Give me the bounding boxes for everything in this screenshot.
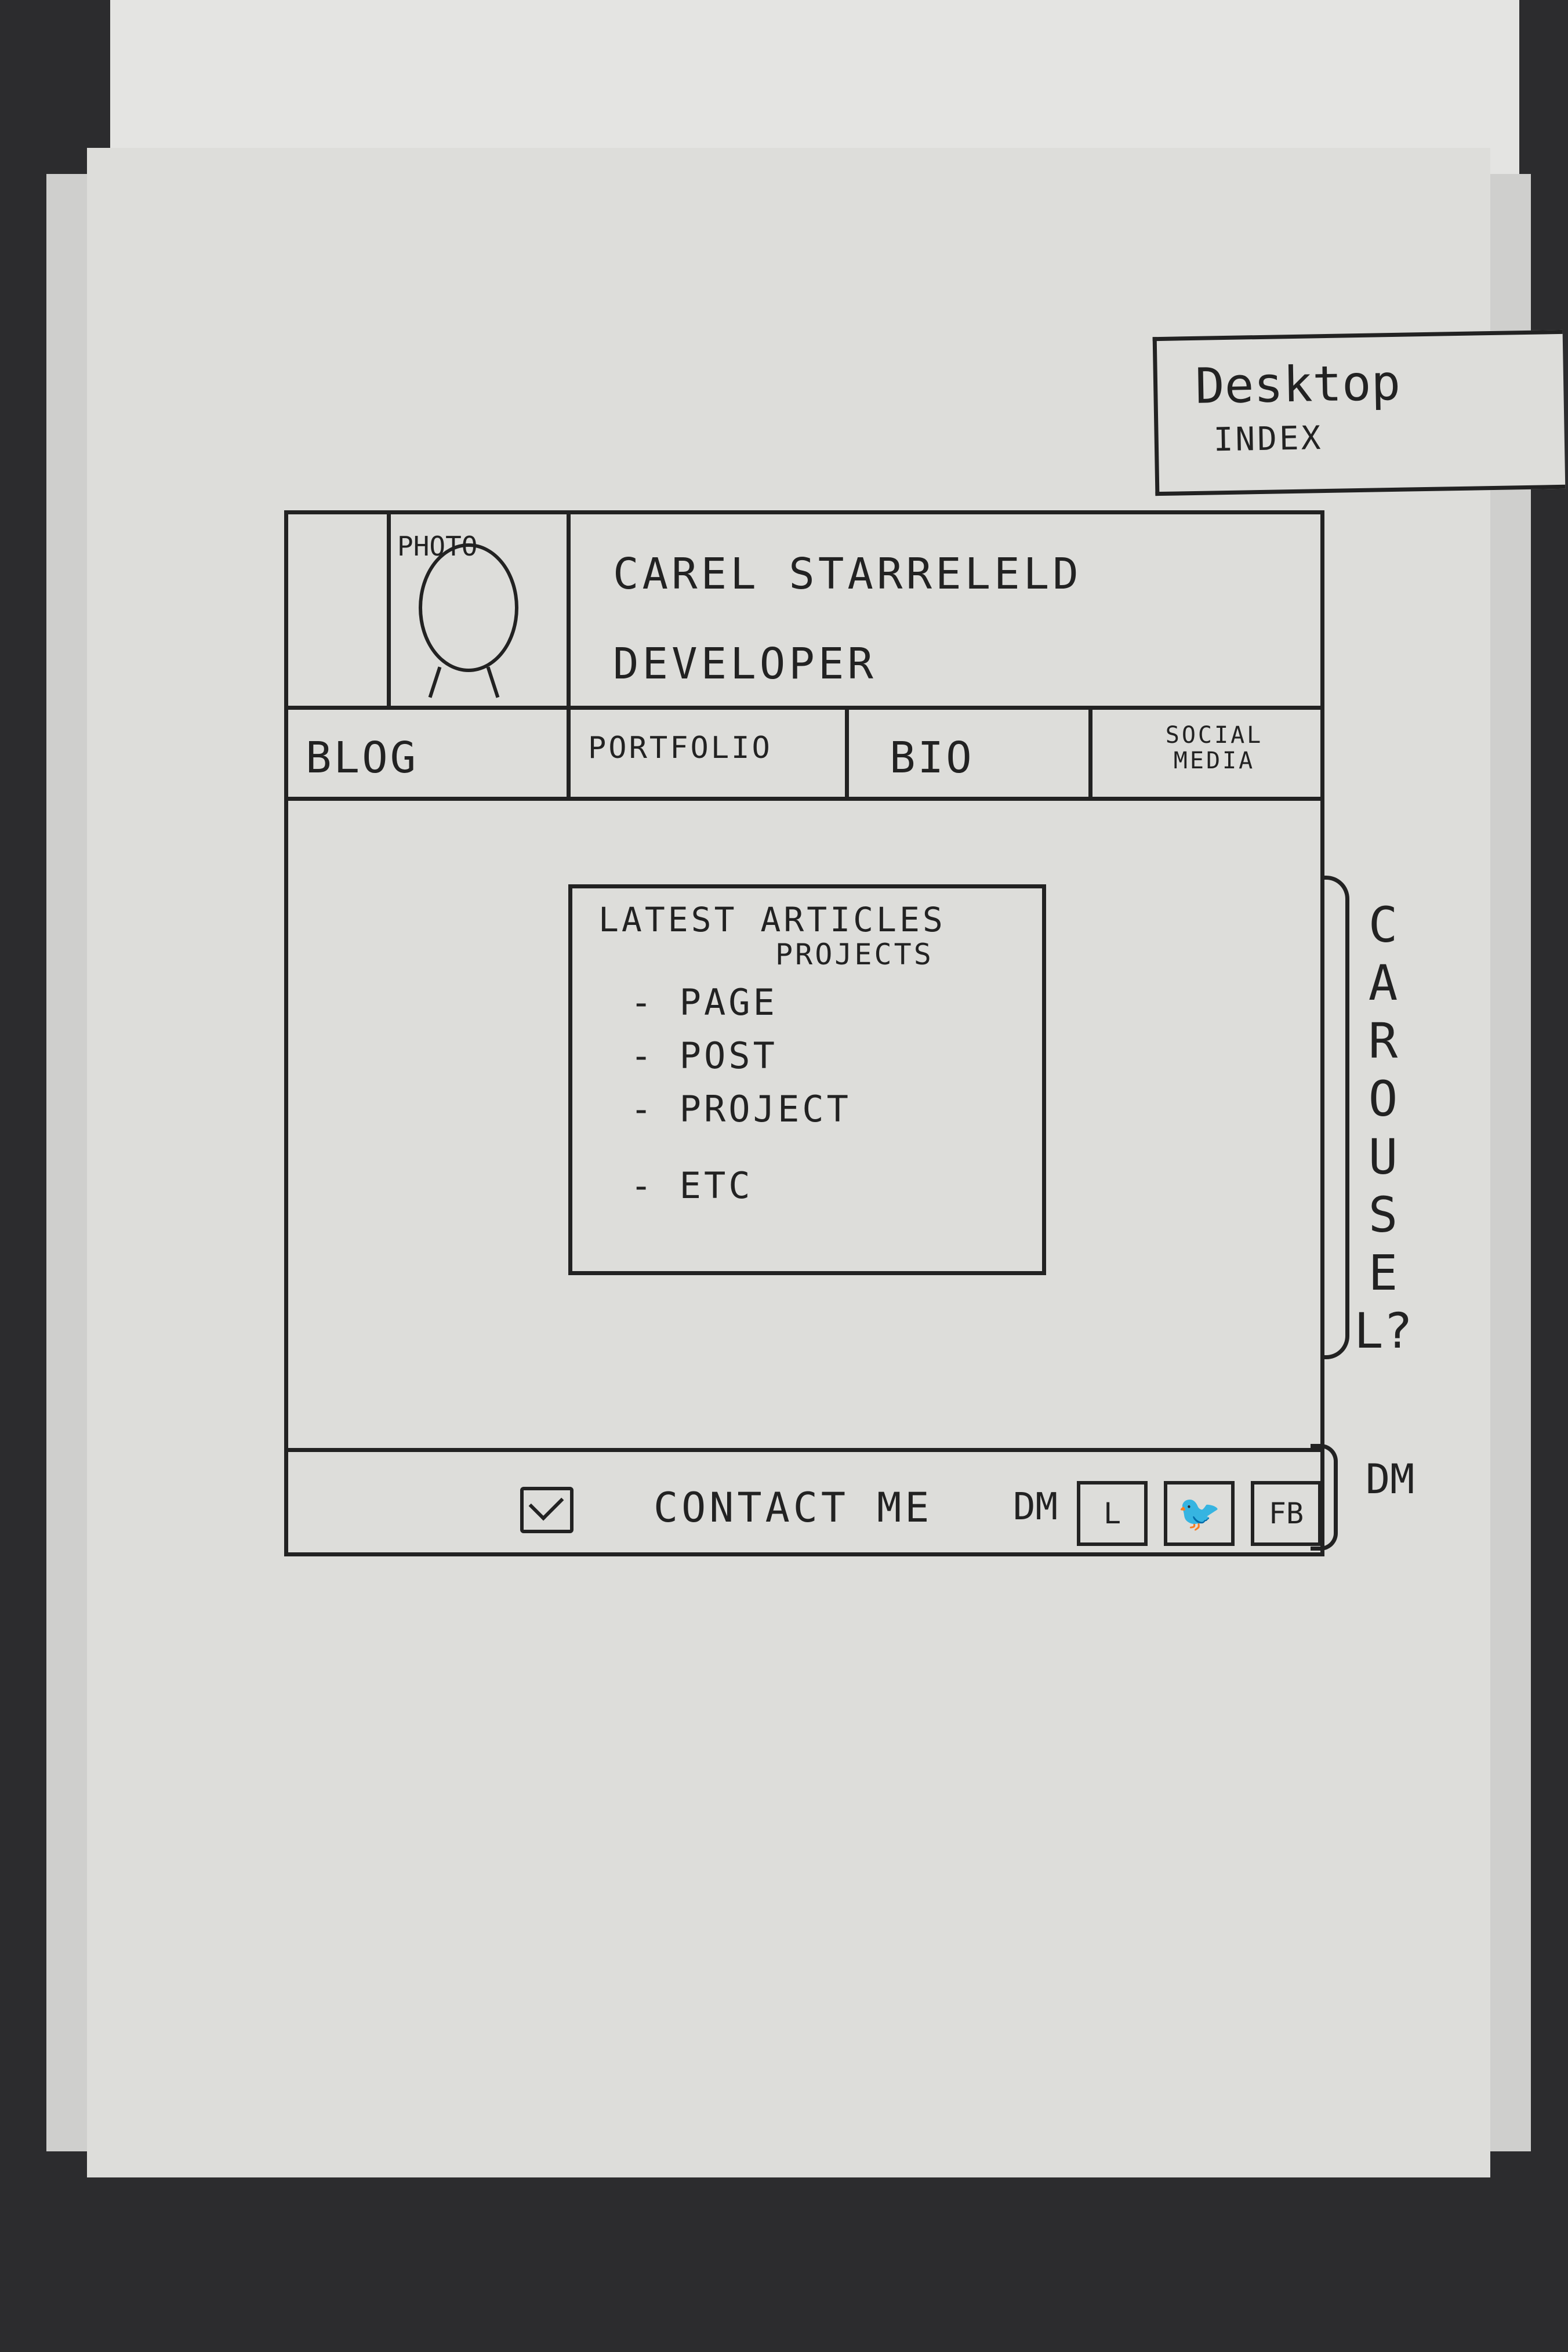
site-name: CAREL STARRELELD [613, 549, 1082, 599]
nav-item-portfolio[interactable]: PORTFOLIO [567, 710, 849, 797]
avatar-icon [419, 543, 518, 672]
site-footer: CONTACT ME DM L 🐦 FB [288, 1448, 1322, 1556]
avatar-shoulder-right [486, 666, 500, 698]
list-item[interactable]: - PAGE [630, 981, 851, 1035]
nav-item-social-media[interactable]: SOCIAL MEDIA [1088, 710, 1324, 797]
nav-item-blog[interactable]: BLOG [288, 710, 567, 797]
avatar-shoulder-left [428, 666, 442, 698]
content-list: - PAGE - POST - PROJECT - ETC [630, 981, 851, 1218]
dm-brace [1311, 1444, 1338, 1551]
envelope-icon[interactable] [520, 1487, 574, 1533]
photo-divider [387, 514, 391, 706]
facebook-label: FB [1268, 1497, 1304, 1530]
dm-annotation: DM [1366, 1456, 1415, 1503]
paper-sheet: Desktop INDEX PHOTO CAREL STARRELELD DEV… [87, 148, 1566, 2177]
site-header: PHOTO CAREL STARRELELD DEVELOPER [288, 514, 1320, 710]
nav-bar: BLOG PORTFOLIO BIO SOCIAL MEDIA [288, 710, 1320, 801]
twitter-icon[interactable]: 🐦 [1164, 1481, 1235, 1546]
nav-label: BLOG [306, 733, 419, 783]
page-tag: Desktop INDEX [1152, 329, 1566, 496]
nav-label: BIO [890, 733, 974, 783]
nav-label: PORTFOLIO [588, 731, 772, 765]
linkedin-label: L [1103, 1497, 1121, 1530]
contact-me-link[interactable]: CONTACT ME [654, 1484, 932, 1531]
list-item[interactable]: - POST [630, 1035, 851, 1088]
carousel-brace [1322, 876, 1349, 1359]
content-title: LATEST ARTICLES [598, 900, 946, 939]
list-item[interactable]: - ETC [630, 1164, 851, 1218]
content-subtitle: PROJECTS [775, 938, 934, 971]
twitter-label: 🐦 [1177, 1493, 1221, 1534]
dm-label: DM [1013, 1486, 1058, 1529]
linkedin-icon[interactable]: L [1077, 1481, 1148, 1546]
photo-box: PHOTO [288, 514, 571, 706]
nav-item-bio[interactable]: BIO [845, 710, 1092, 797]
carousel-annotation: CAROUSEL? [1354, 896, 1413, 1359]
list-item[interactable]: - PROJECT [630, 1088, 851, 1141]
page-tag-line-1: Desktop [1195, 354, 1401, 415]
latest-content-box: LATEST ARTICLES PROJECTS - PAGE - POST -… [568, 884, 1046, 1275]
site-role: DEVELOPER [613, 639, 877, 689]
page-tag-line-2: INDEX [1213, 419, 1323, 459]
nav-label: SOCIAL MEDIA [1165, 722, 1264, 774]
